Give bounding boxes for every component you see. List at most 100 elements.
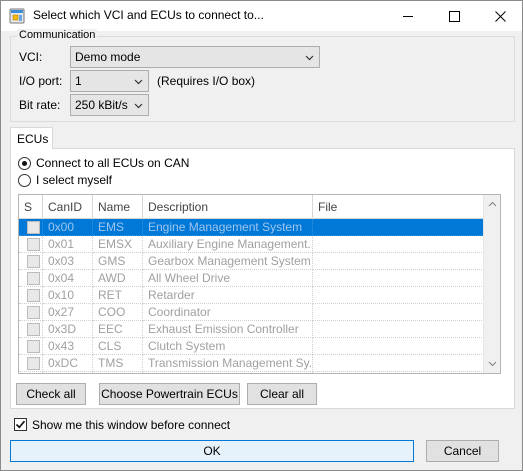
table-row[interactable]: 0x3D EEC Exhaust Emission Controller: [19, 321, 488, 338]
check-icon: [15, 420, 26, 429]
clear-all-button[interactable]: Clear all: [247, 383, 317, 405]
minimize-icon: [402, 15, 413, 17]
cell-description: Retarder: [143, 287, 313, 304]
row-select-cell: [19, 372, 43, 373]
row-checkbox[interactable]: [27, 306, 40, 319]
radio-connect-all-label: Connect to all ECUs on CAN: [36, 156, 190, 170]
cell-name: EEC: [93, 321, 143, 338]
row-checkbox[interactable]: [27, 323, 40, 336]
cell-name: BMS: [93, 372, 143, 373]
cancel-button[interactable]: Cancel: [426, 440, 499, 462]
communication-group: Communication VCI: Demo mode I/O port: 1…: [10, 29, 515, 122]
cell-file: [313, 287, 488, 304]
row-select-cell: [19, 253, 43, 270]
cell-file: [313, 372, 488, 373]
show-window-label[interactable]: Show me this window before connect: [32, 418, 230, 432]
cell-file: [313, 270, 488, 287]
cell-description: Transmission Management Sy...: [143, 355, 313, 372]
scroll-down-icon[interactable]: [488, 359, 497, 368]
radio-select-myself[interactable]: I select myself: [18, 172, 112, 188]
table-row[interactable]: 0x43 CLS Clutch System: [19, 338, 488, 355]
column-header-canid[interactable]: CanID: [43, 195, 93, 219]
cell-name: RET: [93, 287, 143, 304]
bitrate-select[interactable]: 250 kBit/s: [70, 94, 149, 116]
row-checkbox[interactable]: [27, 289, 40, 302]
chevron-down-icon: [134, 79, 143, 85]
row-checkbox[interactable]: [27, 357, 40, 370]
cell-canid: 0x0B: [43, 372, 93, 373]
maximize-icon: [448, 10, 460, 22]
close-icon: [494, 10, 506, 22]
vci-select[interactable]: Demo mode: [70, 46, 320, 68]
bitrate-value: 250 kBit/s: [75, 98, 128, 112]
cell-name: GMS: [93, 253, 143, 270]
table-row[interactable]: 0x04 AWD All Wheel Drive: [19, 270, 488, 287]
row-checkbox[interactable]: [27, 255, 40, 268]
cell-description: All Wheel Drive: [143, 270, 313, 287]
cell-canid: 0x01: [43, 236, 93, 253]
vertical-scrollbar[interactable]: [483, 195, 500, 373]
column-header-file[interactable]: File: [313, 195, 488, 219]
maximize-button[interactable]: [431, 1, 477, 31]
check-all-button[interactable]: Check all: [16, 383, 86, 405]
cell-description: Engine Management System: [143, 219, 313, 236]
table-row[interactable]: 0xDC TMS Transmission Management Sy...: [19, 355, 488, 372]
column-header-name[interactable]: Name: [93, 195, 143, 219]
cell-canid: 0x3D: [43, 321, 93, 338]
ok-button[interactable]: OK: [10, 440, 414, 462]
tab-ecus-label: ECUs: [17, 132, 49, 146]
table-row[interactable]: 0x10 RET Retarder: [19, 287, 488, 304]
row-select-cell: [19, 338, 43, 355]
scroll-up-icon[interactable]: [488, 200, 497, 209]
bitrate-label: Bit rate:: [19, 98, 61, 112]
close-button[interactable]: [477, 1, 523, 31]
table-row[interactable]: 0x27 COO Coordinator: [19, 304, 488, 321]
chevron-down-icon: [134, 103, 143, 109]
choose-powertrain-button[interactable]: Choose Powertrain ECUs: [99, 383, 240, 405]
row-checkbox[interactable]: [27, 340, 40, 353]
column-header-description[interactable]: Description: [143, 195, 313, 219]
vci-label: VCI:: [19, 50, 43, 64]
cell-canid: 0x00: [43, 219, 93, 236]
row-checkbox[interactable]: [27, 221, 40, 234]
cell-file: [313, 304, 488, 321]
table-row[interactable]: 0x0BBMSBrake Management System: [19, 372, 488, 373]
tab-ecus[interactable]: ECUs: [10, 127, 53, 149]
cell-canid: 0x03: [43, 253, 93, 270]
column-header-s[interactable]: S: [19, 195, 43, 219]
cell-file: [313, 321, 488, 338]
radio-select-myself-label: I select myself: [36, 173, 113, 187]
show-window-checkbox[interactable]: [14, 418, 27, 431]
table-row[interactable]: 0x00 EMS Engine Management System: [19, 219, 488, 236]
row-checkbox[interactable]: [27, 272, 40, 285]
dialog-window: Select which VCI and ECUs to connect to.…: [0, 0, 523, 471]
table-row[interactable]: 0x03 GMS Gearbox Management System: [19, 253, 488, 270]
radio-connect-all[interactable]: Connect to all ECUs on CAN: [18, 155, 189, 171]
cell-canid: 0x04: [43, 270, 93, 287]
cell-file: [313, 253, 488, 270]
cell-name: CLS: [93, 338, 143, 355]
cell-name: TMS: [93, 355, 143, 372]
cell-canid: 0x27: [43, 304, 93, 321]
io-port-note: (Requires I/O box): [157, 74, 256, 88]
row-select-cell: [19, 287, 43, 304]
row-checkbox[interactable]: [27, 238, 40, 251]
table-row[interactable]: 0x01 EMSX Auxiliary Engine Management...: [19, 236, 488, 253]
row-select-cell: [19, 304, 43, 321]
minimize-button[interactable]: [385, 1, 431, 31]
cell-description: Auxiliary Engine Management...: [143, 236, 313, 253]
ecus-panel: Connect to all ECUs on CAN I select myse…: [10, 148, 515, 409]
cell-file: [313, 236, 488, 253]
cell-canid: 0x10: [43, 287, 93, 304]
window-title: Select which VCI and ECUs to connect to.…: [33, 8, 264, 22]
vci-value: Demo mode: [75, 50, 141, 64]
title-bar[interactable]: Select which VCI and ECUs to connect to.…: [1, 1, 522, 31]
row-select-cell: [19, 236, 43, 253]
io-port-select[interactable]: 1: [70, 70, 149, 92]
row-select-cell: [19, 219, 43, 236]
cell-file: [313, 355, 488, 372]
cell-canid: 0xDC: [43, 355, 93, 372]
ecu-table-header: S CanID Name Description File: [19, 195, 488, 219]
radio-select-myself-indicator[interactable]: [18, 173, 31, 187]
radio-connect-all-indicator[interactable]: [18, 156, 31, 170]
